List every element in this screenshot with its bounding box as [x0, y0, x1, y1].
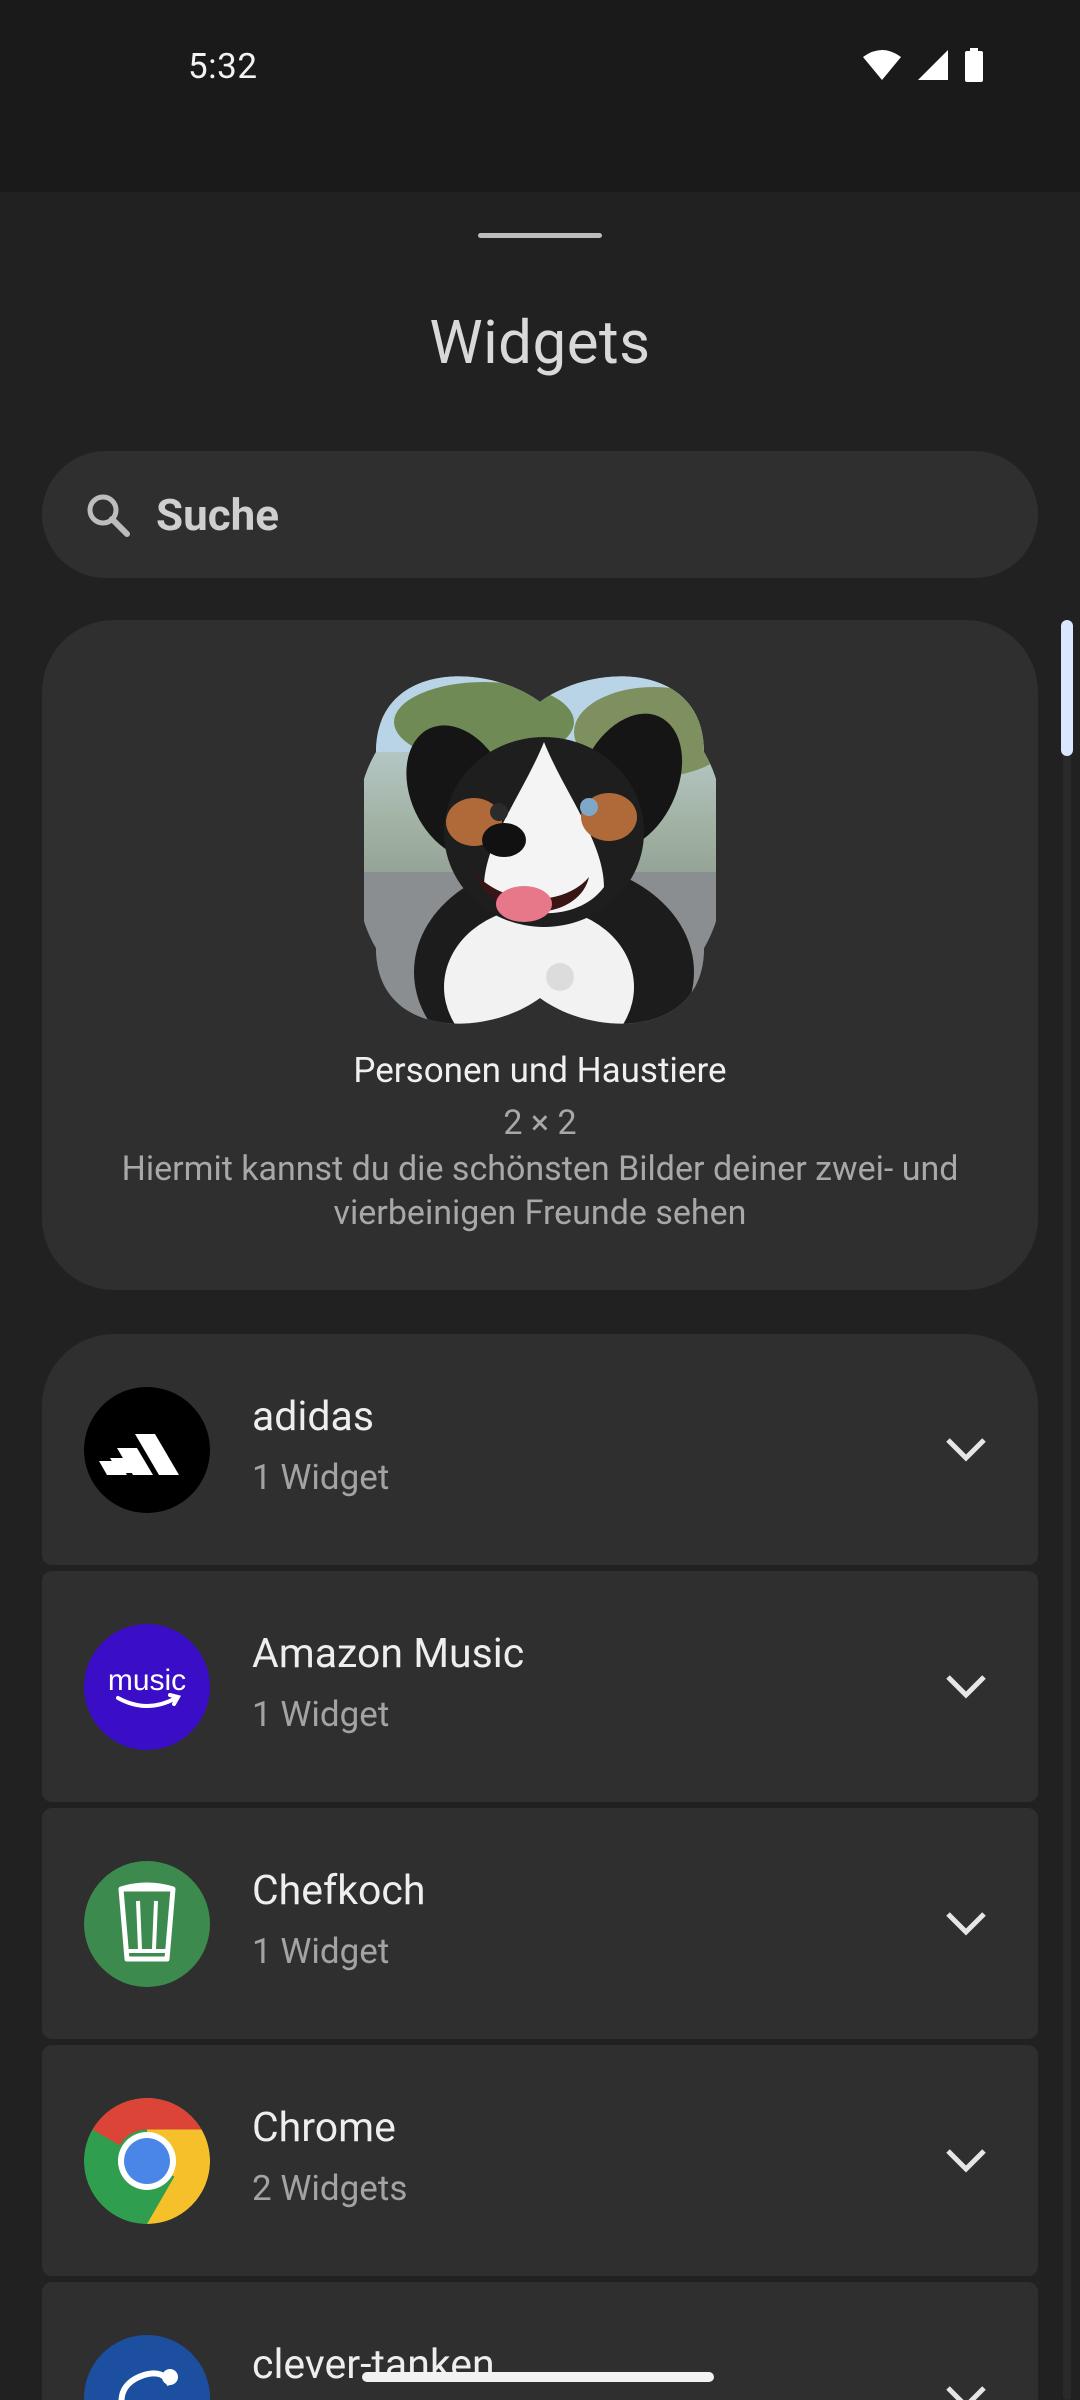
scroll-track — [1063, 620, 1071, 2400]
app-name: Amazon Music — [252, 1630, 525, 1678]
app-name: Chrome — [252, 2104, 396, 2152]
list-item[interactable]: music Amazon Music 1 Widget — [42, 1571, 1038, 1802]
widget-count: 1 Widget — [252, 1931, 390, 1972]
app-name: Chefkoch — [252, 1867, 426, 1915]
adidas-logo-icon — [84, 1387, 210, 1513]
status-icons — [862, 48, 984, 86]
featured-widget-size: 2 × 2 — [503, 1103, 577, 1143]
app-list: adidas 1 Widget music Amazon Music 1 Wid… — [42, 1334, 1038, 2400]
sheet-title: Widgets — [429, 307, 651, 378]
featured-widget-title: Personen und Haustiere — [353, 1050, 727, 1091]
list-item[interactable]: adidas 1 Widget — [42, 1334, 1038, 1565]
list-item[interactable]: Chrome 2 Widgets — [42, 2045, 1038, 2276]
featured-widget-card[interactable]: Personen und Haustiere 2 × 2 Hiermit kan… — [42, 620, 1038, 1290]
chevron-down-icon[interactable] — [942, 2141, 990, 2179]
scrollbar-thumb[interactable] — [1061, 620, 1073, 756]
chevron-down-icon[interactable] — [942, 1430, 990, 1468]
status-time: 5:32 — [188, 46, 258, 87]
search-icon — [80, 487, 136, 543]
status-bar: 5:32 — [0, 0, 1080, 192]
featured-widget-description: Hiermit kannst du die schönsten Bilder d… — [121, 1149, 959, 1233]
gesture-nav-handle[interactable] — [362, 2372, 714, 2382]
amazon-music-icon: music — [84, 1624, 210, 1750]
signal-icon — [916, 48, 950, 86]
widget-count: 1 Widget — [252, 1694, 390, 1735]
search-input[interactable]: Suche — [156, 489, 279, 541]
clever-tanken-icon — [84, 2335, 210, 2400]
widget-picker-sheet: Widgets Suche Personen und Haustiere 2 ×… — [0, 192, 1080, 2400]
pet-photo-preview[interactable] — [364, 672, 727, 1028]
list-item[interactable]: clever-tanken — [42, 2282, 1038, 2400]
svg-text:music: music — [108, 1664, 186, 1697]
search-bar[interactable]: Suche — [42, 451, 1038, 578]
app-name: adidas — [252, 1393, 374, 1441]
drag-handle[interactable] — [478, 233, 602, 238]
chrome-icon — [84, 2098, 210, 2224]
battery-icon — [964, 48, 984, 86]
chefkoch-icon — [84, 1861, 210, 1987]
list-item[interactable]: Chefkoch 1 Widget — [42, 1808, 1038, 2039]
chevron-down-icon[interactable] — [942, 1904, 990, 1942]
chevron-down-icon[interactable] — [942, 2378, 990, 2400]
widget-count: 1 Widget — [252, 1457, 390, 1498]
chevron-down-icon[interactable] — [942, 1667, 990, 1705]
widget-count: 2 Widgets — [252, 2168, 408, 2209]
wifi-icon — [862, 49, 902, 85]
